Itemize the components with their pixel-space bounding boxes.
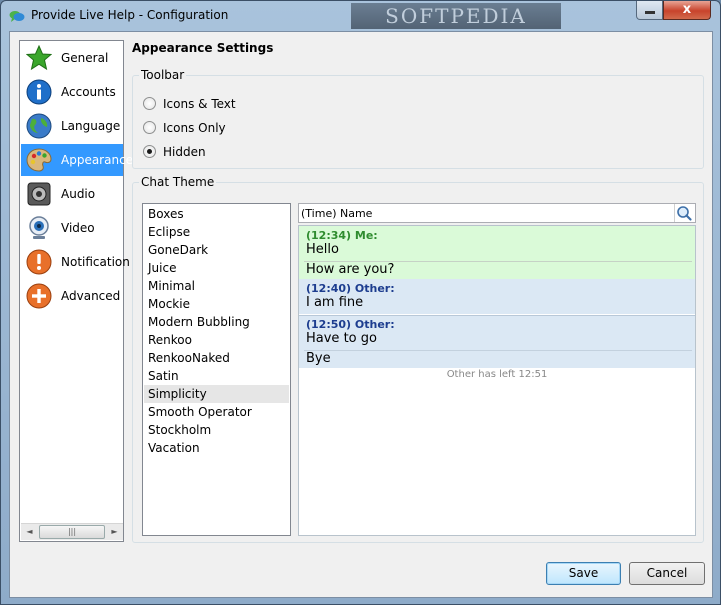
message-text: Have to go	[306, 331, 377, 346]
list-item[interactable]: Satin	[144, 367, 289, 385]
sidebar-item-label: Video	[61, 221, 95, 235]
format-input[interactable]	[301, 205, 671, 221]
search-button[interactable]	[674, 204, 694, 222]
sidebar-item-advanced[interactable]: Advanced	[21, 280, 123, 312]
save-button[interactable]: Save	[546, 562, 621, 585]
alert-icon	[26, 249, 52, 275]
toolbar-group: Toolbar Icons & Text Icons Only Hidden	[132, 68, 704, 169]
list-item[interactable]: Mockie	[144, 295, 289, 313]
theme-list[interactable]: Boxes Eclipse GoneDark Juice Minimal Moc…	[142, 203, 291, 536]
sidebar-item-label: Notification	[61, 255, 130, 269]
globe-icon	[26, 113, 52, 139]
sidebar-item-notification[interactable]: Notification	[21, 246, 130, 278]
radio-dot	[147, 149, 152, 154]
sidebar-item-label: Appearance	[61, 153, 134, 167]
sidebar-item-video[interactable]: Video	[21, 212, 123, 244]
message-block: (12:50) Other: Have to go Bye	[299, 315, 695, 368]
status-text: Other has left 12:51	[446, 369, 548, 380]
list-item[interactable]: Minimal	[144, 277, 289, 295]
sidebar-item-general[interactable]: General	[21, 42, 123, 74]
plus-icon	[26, 283, 52, 309]
radio-button[interactable]	[143, 121, 156, 134]
category-list[interactable]: General Accounts Language Appearance Aud…	[19, 40, 133, 542]
radio-label: Icons & Text	[163, 97, 236, 111]
message-text: I am fine	[306, 295, 364, 310]
list-item[interactable]: Modern Bubbling	[144, 313, 289, 331]
chat-theme-group: Chat Theme Boxes Eclipse GoneDark Juice …	[132, 175, 704, 543]
watermark: SOFTPEDIA	[351, 3, 561, 29]
star-icon	[26, 45, 52, 71]
list-item[interactable]: Eclipse	[144, 223, 289, 241]
list-item[interactable]: RenkooNaked	[144, 349, 289, 367]
sidebar-item-accounts[interactable]: Accounts	[21, 76, 123, 108]
sidebar-item-label: Audio	[61, 187, 96, 201]
message-block: (12:40) Other: I am fine	[299, 279, 695, 314]
config-window: Provide Live Help - Configuration SOFTPE…	[0, 0, 721, 605]
message-text: Bye	[306, 351, 331, 366]
palette-icon	[26, 148, 52, 172]
sidebar-item-label: Advanced	[61, 289, 121, 303]
message-header: (12:34) Me:	[306, 229, 378, 242]
app-icon	[9, 11, 25, 22]
info-icon	[26, 79, 52, 105]
scroll-right-arrow[interactable]: ►	[106, 524, 123, 540]
radio-icons-only[interactable]: Icons Only	[143, 120, 313, 136]
magnifier-icon	[677, 206, 692, 221]
list-item[interactable]: Renkoo	[144, 331, 289, 349]
chat-preview: (12:34) Me: Hello How are you? (12:40) O…	[298, 225, 696, 536]
list-item[interactable]: Smooth Operator	[144, 403, 289, 421]
sidebar-scrollbar[interactable]: ◄ ||| ►	[21, 523, 123, 540]
message-text: Hello	[306, 242, 339, 257]
list-item[interactable]: Stockholm	[144, 421, 289, 439]
message-block: (12:34) Me: Hello How are you?	[299, 226, 695, 279]
list-item[interactable]: Juice	[144, 259, 289, 277]
list-item[interactable]: GoneDark	[144, 241, 289, 259]
page-title: Appearance Settings	[132, 41, 274, 55]
radio-icons-text[interactable]: Icons & Text	[143, 96, 313, 112]
list-item[interactable]: Boxes	[144, 205, 289, 223]
message-header: (12:40) Other:	[306, 282, 395, 295]
cancel-button[interactable]: Cancel	[629, 562, 705, 585]
list-item-selected[interactable]: Simplicity	[144, 385, 289, 403]
title-bar[interactable]: Provide Live Help - Configuration SOFTPE…	[1, 1, 720, 31]
minimize-icon	[645, 11, 655, 14]
sidebar-item-audio[interactable]: Audio	[21, 178, 123, 210]
client-area: General Accounts Language Appearance Aud…	[9, 31, 713, 598]
radio-button[interactable]	[143, 145, 156, 158]
list-item[interactable]: Vacation	[144, 439, 289, 457]
message-header: (12:50) Other:	[306, 318, 395, 331]
sidebar-item-label: General	[61, 51, 109, 65]
radio-button[interactable]	[143, 97, 156, 110]
scroll-thumb[interactable]: |||	[39, 525, 105, 539]
preview-format-field[interactable]	[298, 203, 696, 223]
radio-hidden[interactable]: Hidden	[143, 144, 313, 160]
minimize-button[interactable]	[636, 1, 663, 20]
chat-theme-group-label: Chat Theme	[139, 175, 217, 189]
webcam-icon	[29, 216, 49, 239]
window-title: Provide Live Help - Configuration	[31, 8, 229, 22]
scroll-left-arrow[interactable]: ◄	[21, 524, 38, 540]
radio-label: Hidden	[163, 145, 206, 159]
close-icon: x	[682, 2, 692, 17]
speaker-icon	[27, 182, 51, 206]
sidebar-item-label: Language	[61, 119, 121, 133]
divider	[304, 350, 692, 351]
radio-label: Icons Only	[163, 121, 226, 135]
close-button[interactable]: x	[663, 1, 711, 20]
sidebar-item-appearance[interactable]: Appearance	[21, 144, 133, 176]
sidebar-item-language[interactable]: Language	[21, 110, 123, 142]
sidebar-item-label: Accounts	[61, 85, 116, 99]
toolbar-group-label: Toolbar	[139, 68, 187, 82]
message-text: How are you?	[306, 262, 395, 277]
